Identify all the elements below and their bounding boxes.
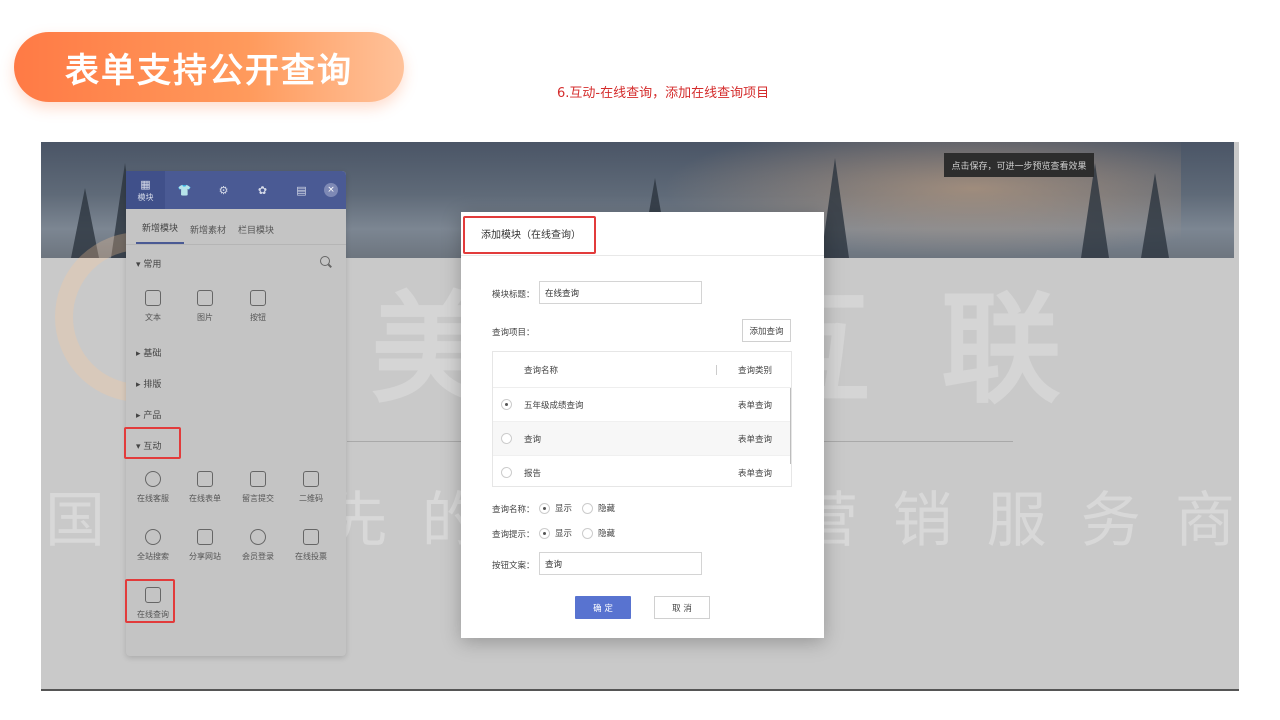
bottom-border [41, 689, 1239, 691]
panel-subtabs: 新增模块 新增素材 栏目模块 [126, 209, 346, 245]
clipboard-icon [197, 471, 213, 487]
gear-icon: ⚙ [218, 183, 229, 197]
module-online-form[interactable]: 在线表单 [183, 471, 227, 504]
step-annotation: 6.互动-在线查询，添加在线查询项目 [557, 86, 770, 101]
section-layout[interactable]: ▸ 排版 [136, 377, 161, 390]
layers-icon: ▤ [296, 183, 307, 197]
button-text-input[interactable]: 查询 [539, 552, 702, 575]
panel-toolbar: ▦ 模块 👕 ⚙ ✿ ▤ × [126, 171, 346, 209]
screenshot-area: 点击保存，可进一步预览查看效果 美橙互联 国际领 先的数 字化营 销服务 商 ▦… [41, 142, 1239, 691]
qrcode-icon [303, 471, 319, 487]
button-icon [250, 290, 266, 306]
col-query-type: 查询类别 [738, 365, 773, 376]
subtab-new-assets[interactable]: 新增素材 [184, 223, 232, 244]
save-tooltip: 点击保存，可进一步预览查看效果 [944, 153, 1094, 177]
bar-chart-icon [303, 529, 319, 545]
highlight-online-query [125, 579, 175, 623]
grid-icon: ▦ [140, 177, 151, 191]
section-product[interactable]: ▸ 产品 [136, 408, 161, 421]
module-panel: ▦ 模块 👕 ⚙ ✿ ▤ × 新增模块 新增素材 栏目模块 ▾ 常用 文本 图片… [124, 171, 346, 656]
query-hint-radios: 显示 隐藏 [539, 527, 625, 539]
module-site-search[interactable]: 全站搜索 [131, 529, 175, 562]
title-banner: 表单支持公开查询 [14, 32, 404, 102]
message-icon [250, 471, 266, 487]
page-title: 表单支持公开查询 [65, 50, 353, 91]
row-radio[interactable] [501, 467, 512, 478]
table-header: 查询名称 查询类别 [493, 352, 791, 388]
query-name-show[interactable]: 显示 [539, 502, 572, 514]
search-circle-icon [145, 529, 161, 545]
highlight-interact [124, 427, 181, 459]
table-row[interactable]: 报告 表单查询 [493, 456, 791, 486]
module-image[interactable]: 图片 [183, 290, 227, 323]
tab-plugins[interactable]: ✿ [243, 171, 282, 209]
query-hint-label: 查询提示： [492, 530, 535, 540]
image-icon [197, 290, 213, 306]
query-table: 查询名称 查询类别 五年级成绩查询 表单查询 查询 表单查询 报告 表单查询 [492, 351, 792, 487]
query-name-radios: 显示 隐藏 [539, 502, 625, 514]
headset-icon [145, 471, 161, 487]
tab-settings[interactable]: ⚙ [204, 171, 243, 209]
module-member-login[interactable]: 会员登录 [236, 529, 280, 562]
share-icon [197, 529, 213, 545]
table-scrollbar[interactable] [790, 388, 791, 464]
query-hint-show[interactable]: 显示 [539, 527, 572, 539]
tab-theme[interactable]: 👕 [165, 171, 204, 209]
subtab-column-modules[interactable]: 栏目模块 [232, 223, 280, 244]
module-message[interactable]: 留言提交 [236, 471, 280, 504]
close-icon[interactable]: × [324, 183, 338, 197]
query-items-label: 查询项目： [492, 328, 535, 338]
module-online-service[interactable]: 在线客服 [131, 471, 175, 504]
module-online-vote[interactable]: 在线投票 [289, 529, 333, 562]
module-text[interactable]: 文本 [131, 290, 175, 323]
subtab-new-modules[interactable]: 新增模块 [136, 221, 185, 244]
module-title-input[interactable]: 在线查询 [539, 281, 702, 304]
table-row[interactable]: 五年级成绩查询 表单查询 [493, 388, 791, 422]
query-name-hide[interactable]: 隐藏 [582, 502, 615, 514]
query-name-label: 查询名称： [492, 505, 535, 515]
add-module-dialog: 添加模块（在线查询） 模块标题： 在线查询 查询项目： 添加查询 查询名称 查询… [461, 212, 824, 638]
row-radio[interactable] [501, 399, 512, 410]
row-radio[interactable] [501, 433, 512, 444]
tab-layers[interactable]: ▤ [282, 171, 321, 209]
section-common[interactable]: ▾ 常用 [136, 257, 161, 270]
module-title-label: 模块标题： [492, 290, 535, 300]
module-button[interactable]: 按钮 [236, 290, 280, 323]
search-icon[interactable] [320, 256, 330, 266]
add-query-button[interactable]: 添加查询 [742, 319, 791, 342]
text-icon [145, 290, 161, 306]
section-basic[interactable]: ▸ 基础 [136, 346, 161, 359]
tab-modules[interactable]: ▦ 模块 [126, 171, 165, 209]
user-icon [250, 529, 266, 545]
paw-icon: ✿ [257, 183, 268, 197]
confirm-button[interactable]: 确 定 [575, 596, 631, 619]
module-share[interactable]: 分享网站 [183, 529, 227, 562]
col-query-name: 查询名称 [524, 365, 559, 376]
cancel-button[interactable]: 取 消 [654, 596, 710, 619]
module-qrcode[interactable]: 二维码 [289, 471, 333, 504]
highlight-dialog-title [463, 216, 596, 254]
button-text-label: 按钮文案： [492, 561, 535, 571]
table-row[interactable]: 查询 表单查询 [493, 422, 791, 456]
query-hint-hide[interactable]: 隐藏 [582, 527, 615, 539]
shirt-icon: 👕 [177, 183, 192, 197]
